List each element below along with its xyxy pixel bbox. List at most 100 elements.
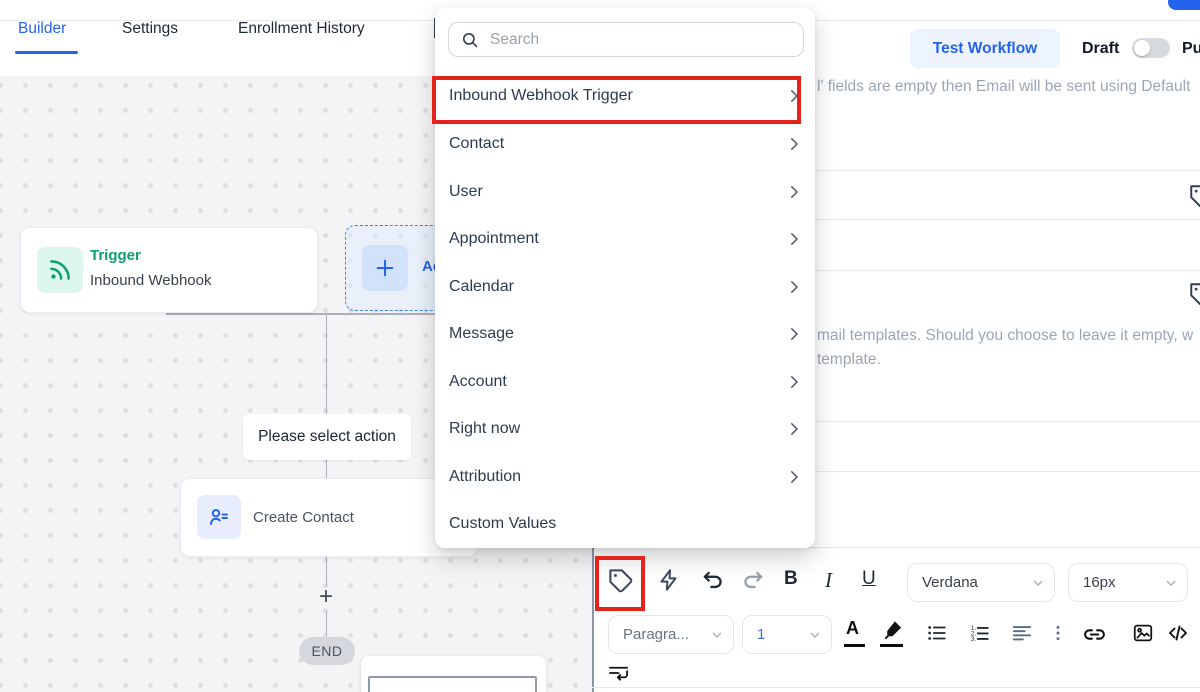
menu-item-custom-values[interactable]: Custom Values xyxy=(449,502,803,546)
chevron-down-icon xyxy=(1030,575,1054,591)
menu-item-account[interactable]: Account xyxy=(449,360,803,404)
workflow-builder-screen: Builder Settings Enrollment History Test… xyxy=(0,0,1200,692)
helper-text-top-clip: l' fields are empty then Email will be s… xyxy=(815,78,1200,100)
text-color-underbar xyxy=(844,644,865,647)
add-action-button[interactable]: + xyxy=(313,584,339,610)
publish-toggle[interactable] xyxy=(1132,38,1170,58)
menu-item-message[interactable]: Message xyxy=(449,312,803,356)
link-icon[interactable] xyxy=(1082,622,1107,647)
menu-item-user[interactable]: User xyxy=(449,170,803,214)
helper-text-middle-clip: mail templates. Should you choose to lea… xyxy=(815,327,1200,377)
menu-item-inbound-webhook-trigger[interactable]: Inbound Webhook Trigger xyxy=(449,74,803,118)
connector-vertical-4 xyxy=(326,611,328,635)
chevron-right-icon xyxy=(785,420,803,438)
search-box[interactable] xyxy=(448,22,804,57)
connector-vertical-3 xyxy=(326,556,328,586)
menu-item-appointment[interactable]: Appointment xyxy=(449,217,803,261)
trigger-node-subtitle: Inbound Webhook xyxy=(90,272,212,289)
chevron-right-icon xyxy=(785,325,803,343)
menu-item-label: Message xyxy=(449,325,785,343)
create-contact-label: Create Contact xyxy=(253,509,354,526)
chevron-right-icon xyxy=(785,278,803,296)
helper-text-top: l' fields are empty then Email will be s… xyxy=(817,78,1190,96)
bottom-popup-card xyxy=(361,656,546,692)
menu-item-right-now[interactable]: Right now xyxy=(449,407,803,451)
helper-text-middle-line2: template. xyxy=(817,351,881,369)
tab-enrollment-history[interactable]: Enrollment History xyxy=(238,19,365,39)
menu-item-contact[interactable]: Contact xyxy=(449,122,803,166)
trigger-picker-dropdown: Inbound Webhook Trigger Contact User App… xyxy=(435,8,815,548)
chevron-right-icon xyxy=(785,87,803,105)
tab-builder-underline xyxy=(15,51,78,54)
draft-label: Draft xyxy=(1082,40,1119,58)
paragraph-style-select[interactable]: Paragra... xyxy=(608,615,734,654)
menu-item-label: Custom Values xyxy=(449,515,803,533)
tag-field-icon-2[interactable] xyxy=(1188,281,1200,307)
editor-row-divider xyxy=(592,687,1200,688)
highlight-underbar xyxy=(880,644,903,647)
image-icon[interactable] xyxy=(1132,622,1154,644)
chevron-down-icon xyxy=(709,627,733,643)
helper-text-middle-line1: mail templates. Should you choose to lea… xyxy=(817,327,1193,345)
merge-tag-button[interactable] xyxy=(604,565,636,595)
font-family-value: Verdana xyxy=(908,574,1030,591)
menu-item-label: User xyxy=(449,183,785,201)
font-size-value: 16px xyxy=(1069,574,1163,591)
italic-button[interactable]: I xyxy=(825,568,832,593)
lightning-icon[interactable] xyxy=(656,567,682,593)
highlight-color-button[interactable] xyxy=(881,619,904,642)
tab-settings[interactable]: Settings xyxy=(122,19,178,39)
undo-icon[interactable] xyxy=(700,567,726,593)
chevron-right-icon xyxy=(785,230,803,248)
search-icon xyxy=(449,31,488,49)
menu-item-label: Account xyxy=(449,373,785,391)
menu-item-label: Inbound Webhook Trigger xyxy=(449,87,785,105)
chevron-right-icon xyxy=(785,135,803,153)
chevron-down-icon xyxy=(807,627,831,643)
connector-vertical-1 xyxy=(326,313,328,415)
trigger-node[interactable]: Trigger Inbound Webhook xyxy=(20,227,318,313)
wrap-text-icon[interactable] xyxy=(607,662,630,685)
line-height-select[interactable]: 1 xyxy=(742,615,832,654)
chevron-right-icon xyxy=(785,183,803,201)
bottom-popup-field[interactable] xyxy=(368,676,537,692)
connector-vertical-2 xyxy=(326,460,328,478)
chevron-right-icon xyxy=(785,468,803,486)
svg-text:3.: 3. xyxy=(971,636,977,643)
publish-label-fragment: Pu xyxy=(1182,40,1200,58)
end-marker: END xyxy=(299,637,355,665)
font-family-select[interactable]: Verdana xyxy=(907,563,1055,602)
plus-icon xyxy=(362,245,408,291)
numbered-list-icon[interactable]: 1. 2. 3. xyxy=(969,622,991,644)
contact-icon xyxy=(197,495,241,539)
line-height-value: 1 xyxy=(743,626,807,643)
tab-builder[interactable]: Builder xyxy=(18,19,66,39)
align-left-icon[interactable] xyxy=(1011,622,1033,644)
test-workflow-button[interactable]: Test Workflow xyxy=(910,29,1060,68)
toggle-knob xyxy=(1134,40,1150,56)
menu-item-attribution[interactable]: Attribution xyxy=(449,455,803,499)
trigger-node-title: Trigger xyxy=(90,247,141,264)
font-size-select[interactable]: 16px xyxy=(1068,563,1188,602)
tag-field-icon-1[interactable] xyxy=(1188,183,1200,209)
search-input[interactable] xyxy=(488,30,803,50)
menu-item-label: Right now xyxy=(449,420,785,438)
chevron-right-icon xyxy=(785,373,803,391)
menu-item-label: Calendar xyxy=(449,278,785,296)
primary-button-fragment[interactable] xyxy=(1168,0,1200,10)
underline-button[interactable]: U xyxy=(862,568,876,590)
menu-item-label: Attribution xyxy=(449,468,785,486)
code-icon[interactable] xyxy=(1166,621,1190,645)
create-contact-node[interactable]: Create Contact xyxy=(180,478,478,557)
webhook-icon xyxy=(37,247,83,293)
chevron-down-icon xyxy=(1163,575,1187,591)
select-action-placeholder[interactable]: Please select action xyxy=(243,414,411,460)
bullet-list-icon[interactable] xyxy=(926,622,948,644)
menu-item-label: Contact xyxy=(449,135,785,153)
menu-item-label: Appointment xyxy=(449,230,785,248)
text-color-button[interactable]: A xyxy=(846,618,859,639)
bold-button[interactable]: B xyxy=(784,568,798,590)
more-options-icon[interactable] xyxy=(1049,624,1067,642)
redo-icon[interactable] xyxy=(740,567,766,593)
menu-item-calendar[interactable]: Calendar xyxy=(449,265,803,309)
